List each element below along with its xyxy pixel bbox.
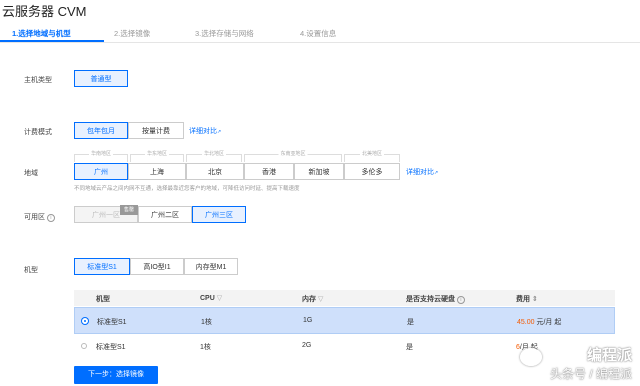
active-step-indicator	[0, 40, 104, 42]
cell-disk: 是	[406, 344, 413, 351]
tab-step-3[interactable]: 3.选择存储与网络	[195, 28, 254, 39]
billing-hourly-button[interactable]: 按量计费	[128, 122, 184, 139]
info-icon[interactable]: i	[46, 214, 55, 222]
model-m1-button[interactable]: 内存型M1	[184, 258, 238, 275]
region-group-north: 华北地区	[186, 150, 242, 162]
row-radio[interactable]	[81, 343, 87, 349]
cell-price: 45.00 元/月 起	[517, 319, 562, 326]
zone-guangzhou-2-button[interactable]: 广州二区	[138, 206, 192, 223]
external-link-icon: ↗	[217, 129, 222, 135]
region-guangzhou-button[interactable]: 广州	[74, 163, 128, 180]
table-header: 机型 CPU ▽ 内存 ▽ 是否支持云硬盘 i 费用 ⇕	[74, 290, 615, 306]
zone-label: 可用区 i	[24, 212, 55, 222]
host-type-label: 主机类型	[24, 77, 52, 84]
model-s1-button[interactable]: 标准型S1	[74, 258, 130, 275]
billing-label: 计费模式	[24, 129, 52, 136]
region-hongkong-button[interactable]: 香港	[244, 163, 294, 180]
tab-step-2[interactable]: 2.选择镜像	[114, 28, 150, 39]
table-row[interactable]: 标准型S1 1核 1G 是 45.00 元/月 起	[74, 307, 615, 334]
model-label: 机型	[24, 267, 38, 274]
filter-icon[interactable]: ▽	[318, 296, 323, 303]
filter-icon[interactable]: ▽	[217, 295, 222, 302]
region-compare-link[interactable]: 详细对比↗	[406, 167, 438, 177]
watermark: 编程派 头条号 / 编程派	[516, 344, 634, 384]
chat-bubble-icon	[520, 348, 542, 366]
sold-out-badge: 售罄	[120, 205, 138, 215]
col-model: 机型	[96, 296, 110, 303]
region-group-southeast-asia: 东南亚地区	[244, 150, 342, 162]
region-note: 不同地域云产品之间内网不互通，选择最靠近您客户的地域，可降低访问时延、提高下载速…	[74, 186, 300, 192]
col-cpu[interactable]: CPU ▽	[200, 294, 222, 302]
cell-cpu: 1核	[200, 344, 211, 351]
billing-monthly-button[interactable]: 包年包月	[74, 122, 128, 139]
col-disk: 是否支持云硬盘 i	[406, 294, 465, 304]
next-step-button[interactable]: 下一步：选择镜像	[74, 366, 158, 384]
page-title: 云服务器 CVM	[2, 4, 87, 19]
cell-model: 标准型S1	[96, 344, 126, 351]
row-radio-selected[interactable]	[82, 318, 88, 324]
host-type-standard-button[interactable]: 普通型	[74, 70, 128, 87]
cell-disk: 是	[407, 319, 414, 326]
cell-cpu: 1核	[201, 319, 212, 326]
region-toronto-button[interactable]: 多伦多	[344, 163, 400, 180]
info-icon[interactable]: i	[456, 296, 465, 304]
region-group-north-america: 北美地区	[344, 150, 400, 162]
region-group-south: 华南地区	[74, 150, 128, 162]
region-label: 地域	[24, 170, 38, 177]
tab-step-1[interactable]: 1.选择地域与机型	[12, 28, 71, 39]
cell-memory: 2G	[302, 342, 312, 349]
region-group-east: 华东地区	[130, 150, 184, 162]
sort-icon[interactable]: ⇕	[532, 296, 538, 303]
col-price[interactable]: 费用 ⇕	[516, 294, 538, 304]
external-link-icon: ↗	[434, 170, 439, 176]
model-i1-button[interactable]: 高IO型I1	[130, 258, 184, 275]
region-singapore-button[interactable]: 新加坡	[294, 163, 344, 180]
cell-model: 标准型S1	[97, 319, 127, 326]
col-memory[interactable]: 内存 ▽	[302, 294, 323, 304]
cell-memory: 1G	[303, 317, 313, 324]
region-beijing-button[interactable]: 北京	[186, 163, 244, 180]
billing-compare-link[interactable]: 详细对比↗	[189, 126, 221, 136]
tab-step-4[interactable]: 4.设置信息	[300, 28, 336, 39]
region-shanghai-button[interactable]: 上海	[128, 163, 186, 180]
zone-guangzhou-3-button[interactable]: 广州三区	[192, 206, 246, 223]
step-tabs: 1.选择地域与机型 2.选择镜像 3.选择存储与网络 4.设置信息	[0, 24, 640, 43]
